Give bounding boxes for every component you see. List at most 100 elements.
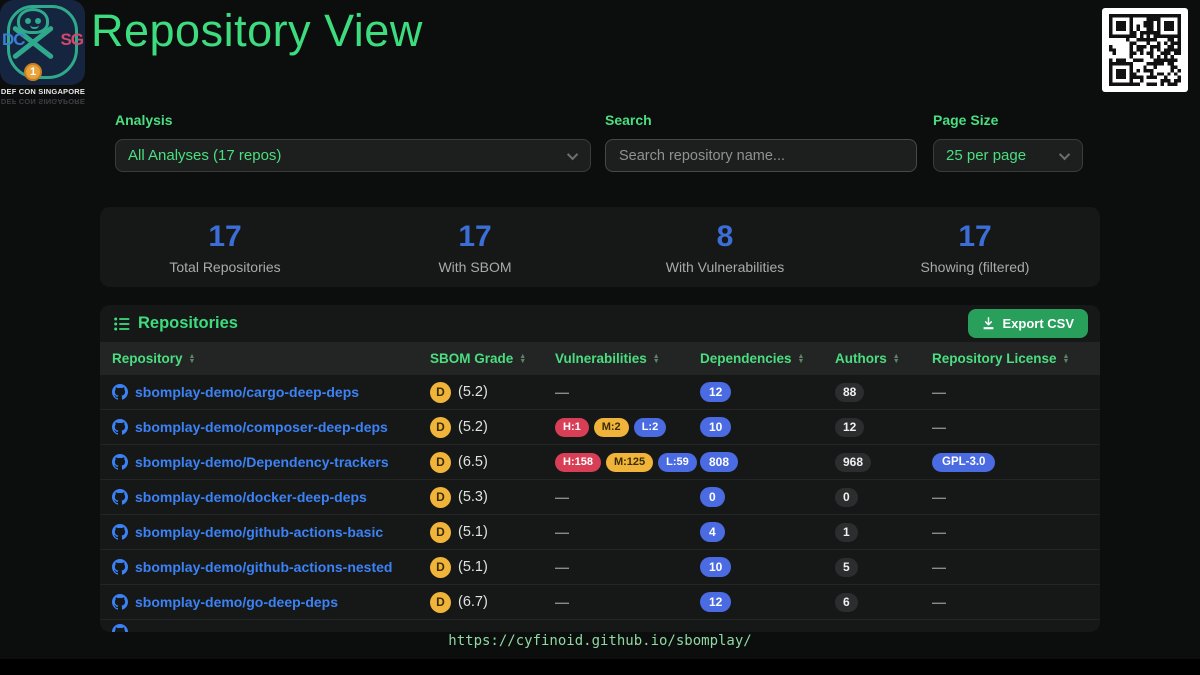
grade-badge: D	[430, 557, 451, 578]
search-label: Search	[605, 112, 917, 128]
export-csv-label: Export CSV	[1002, 316, 1074, 331]
github-icon	[112, 524, 128, 540]
table-header-row: Repository▲▼ SBOM Grade▲▼ Vulnerabilitie…	[100, 342, 1100, 375]
empty-marker: —	[555, 524, 569, 540]
license-cell: —	[932, 384, 1088, 400]
github-icon	[112, 489, 128, 505]
empty-marker: —	[555, 384, 569, 400]
sbom-grade-cell: D (5.1)	[430, 557, 555, 578]
analysis-control: Analysis All Analyses (17 repos)	[115, 112, 591, 172]
table-row-partial	[100, 620, 1100, 632]
license-cell: —	[932, 559, 1088, 575]
repository-link[interactable]: sbomplay-demo/composer-deep-deps	[135, 419, 388, 435]
github-icon	[112, 419, 128, 435]
column-header-repository[interactable]: Repository▲▼	[112, 351, 430, 366]
column-header-authors[interactable]: Authors▲▼	[835, 351, 932, 366]
empty-marker: —	[932, 489, 946, 505]
qr-code	[1102, 8, 1188, 92]
grade-score: (5.2)	[458, 384, 488, 400]
authors-cell: 12	[835, 418, 932, 437]
vuln-low-badge: L:2	[634, 418, 667, 437]
empty-marker: —	[932, 559, 946, 575]
github-icon	[112, 454, 128, 470]
export-csv-button[interactable]: Export CSV	[968, 309, 1088, 338]
repository-cell: sbomplay-demo/github-actions-nested	[112, 559, 430, 575]
dependencies-cell: 808	[700, 452, 835, 472]
table-row: sbomplay-demo/github-actions-nested D (5…	[100, 550, 1100, 585]
github-icon	[112, 559, 128, 575]
analysis-select-value: All Analyses (17 repos)	[128, 147, 570, 164]
dependencies-cell: 10	[700, 557, 835, 577]
analysis-select[interactable]: All Analyses (17 repos)	[115, 139, 591, 172]
table-row: sbomplay-demo/go-deep-deps D (6.7) — 12 …	[100, 585, 1100, 620]
repository-cell: sbomplay-demo/cargo-deep-deps	[112, 384, 430, 400]
license-cell: GPL-3.0	[932, 453, 1088, 472]
grade-score: (5.2)	[458, 419, 488, 435]
column-header-repository-license[interactable]: Repository License▲▼	[932, 351, 1088, 366]
dependencies-cell: 0	[700, 487, 835, 507]
column-header-sbom-grade[interactable]: SBOM Grade▲▼	[430, 351, 555, 366]
logo-dc-text: DC	[2, 30, 25, 50]
repository-link[interactable]: sbomplay-demo/github-actions-nested	[135, 559, 392, 575]
search-input[interactable]	[605, 139, 917, 172]
page-title: Repository View	[91, 5, 423, 57]
column-header-vulnerabilities[interactable]: Vulnerabilities▲▼	[555, 351, 700, 366]
repository-link[interactable]: sbomplay-demo/cargo-deep-deps	[135, 384, 359, 400]
footer-url: https://cyfinoid.github.io/sbomplay/	[0, 633, 1200, 649]
sbom-grade-cell: D (5.2)	[430, 417, 555, 438]
dependencies-cell: 12	[700, 592, 835, 612]
github-icon	[112, 624, 128, 632]
empty-marker: —	[932, 524, 946, 540]
dependencies-cell: 10	[700, 417, 835, 437]
repository-link[interactable]: sbomplay-demo/go-deep-deps	[135, 594, 338, 610]
sbom-grade-cell: D (5.1)	[430, 522, 555, 543]
page-size-select[interactable]: 25 per page	[933, 139, 1083, 172]
grade-score: (6.5)	[458, 454, 488, 470]
license-cell: —	[932, 489, 1088, 505]
logo-sg-text: SG	[60, 30, 83, 50]
list-icon	[114, 316, 130, 332]
stat-value: 8	[717, 220, 734, 254]
repository-link[interactable]: sbomplay-demo/docker-deep-deps	[135, 489, 367, 505]
stat-label: With SBOM	[438, 259, 511, 275]
stat-value: 17	[208, 220, 241, 254]
table-row: sbomplay-demo/composer-deep-deps D (5.2)…	[100, 410, 1100, 445]
repository-link[interactable]: sbomplay-demo/Dependency-trackers	[135, 454, 389, 470]
table-body: sbomplay-demo/cargo-deep-deps D (5.2) — …	[100, 375, 1100, 620]
repository-cell: sbomplay-demo/go-deep-deps	[112, 594, 430, 610]
license-cell: —	[932, 524, 1088, 540]
grade-badge: D	[430, 382, 451, 403]
column-header-dependencies[interactable]: Dependencies▲▼	[700, 351, 835, 366]
repository-cell: sbomplay-demo/docker-deep-deps	[112, 489, 430, 505]
empty-marker: —	[932, 384, 946, 400]
vuln-medium-badge: M:2	[594, 418, 629, 437]
dependencies-cell: 12	[700, 382, 835, 402]
dependencies-badge: 0	[700, 487, 725, 507]
table-row: sbomplay-demo/cargo-deep-deps D (5.2) — …	[100, 375, 1100, 410]
empty-marker: —	[555, 559, 569, 575]
grade-badge: D	[430, 487, 451, 508]
github-icon	[112, 594, 128, 610]
license-cell: —	[932, 419, 1088, 435]
logo-caption: DEF CON SINGAPORE	[0, 87, 86, 96]
dependencies-badge: 808	[700, 452, 738, 472]
repository-cell: sbomplay-demo/Dependency-trackers	[112, 454, 430, 470]
stat-showing-filtered: 17 Showing (filtered)	[850, 207, 1100, 287]
vulnerabilities-cell: —	[555, 594, 700, 610]
authors-badge: 1	[835, 523, 858, 542]
dependencies-badge: 4	[700, 522, 725, 542]
dependencies-badge: 12	[700, 382, 731, 402]
repository-link[interactable]: sbomplay-demo/github-actions-basic	[135, 524, 383, 540]
download-icon	[982, 317, 995, 330]
repository-cell: sbomplay-demo/github-actions-basic	[112, 524, 430, 540]
defcon-sg-badge: DC SG 1	[0, 0, 85, 85]
authors-cell: 88	[835, 383, 932, 402]
vulnerabilities-cell: H:1M:2L:2	[555, 418, 700, 437]
empty-marker: —	[555, 594, 569, 610]
authors-badge: 5	[835, 558, 858, 577]
authors-cell: 6	[835, 593, 932, 612]
page-size-select-value: 25 per page	[946, 147, 1062, 164]
sbom-grade-cell: D (6.7)	[430, 592, 555, 613]
repositories-panel: Repositories Export CSV Repository▲▼ SBO…	[100, 305, 1100, 632]
grade-badge: D	[430, 592, 451, 613]
